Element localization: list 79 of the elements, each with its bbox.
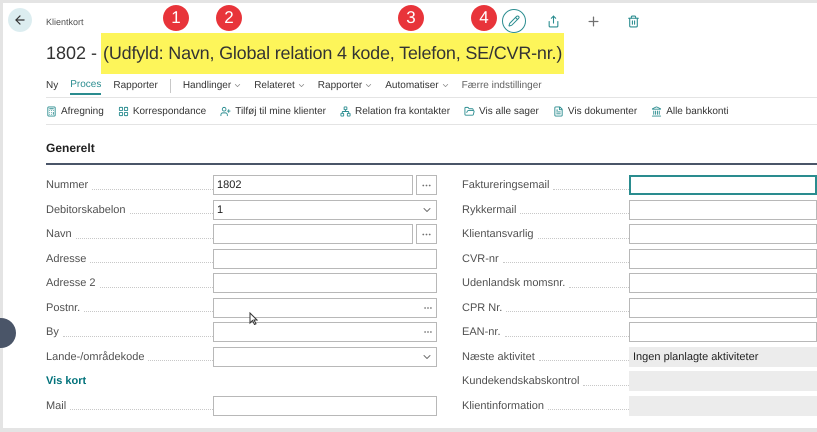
toolbar-action[interactable]: Alle bankkonti xyxy=(651,104,728,118)
input-field[interactable] xyxy=(629,175,817,196)
plus-icon xyxy=(586,14,602,28)
toolbar-action[interactable]: Vis dokumenter xyxy=(552,104,638,118)
field-label: Navn xyxy=(46,227,72,242)
input-field[interactable] xyxy=(213,273,437,294)
field-label: Rykkermail xyxy=(462,202,516,218)
calculator-icon xyxy=(46,106,57,116)
input-field[interactable] xyxy=(629,248,817,269)
input-field[interactable] xyxy=(213,298,437,318)
field-label: Udenlandsk momsnr. xyxy=(462,276,566,291)
field-label: CPR Nr. xyxy=(462,300,502,316)
field-label: EAN-nr. xyxy=(462,325,501,340)
menu-tab[interactable]: Ny xyxy=(46,76,58,94)
share-icon xyxy=(547,14,560,28)
record-number: 1802 - xyxy=(46,42,98,64)
field-label: Postnr. xyxy=(46,300,80,316)
readonly-field: Ingen planlagte aktiviteter xyxy=(629,346,817,367)
highlighted-note: (Udfyld: Navn, Global relation 4 kode, Telefon, SE/CVR-nr.) xyxy=(101,32,564,74)
back-button[interactable] xyxy=(8,8,32,32)
field-label: Faktureringsemail xyxy=(462,178,550,193)
input-field[interactable] xyxy=(213,396,437,416)
input-field[interactable] xyxy=(629,322,817,342)
document-icon xyxy=(552,106,564,116)
menu-dropdown[interactable]: Automatiser xyxy=(385,76,450,94)
user-plus-icon xyxy=(220,106,232,116)
field-label: Klientinformation xyxy=(462,398,544,414)
field-label: CVR-nr xyxy=(462,252,499,266)
toolbar-action[interactable]: Korrespondance xyxy=(118,104,206,118)
pencil-icon xyxy=(508,15,520,27)
bank-icon xyxy=(651,106,662,116)
number-badge: 4 xyxy=(471,5,497,31)
input-field[interactable] xyxy=(213,248,437,269)
number-badge: 2 xyxy=(216,5,242,31)
menu-dropdown[interactable]: Rapporter xyxy=(318,76,374,94)
input-field[interactable] xyxy=(629,298,817,318)
section-title: Generelt xyxy=(46,141,95,155)
toolbar-action[interactable]: Afregning xyxy=(46,104,104,118)
number-badge: 3 xyxy=(398,5,424,31)
mouse-cursor-icon xyxy=(249,312,258,325)
input-field[interactable] xyxy=(213,224,413,244)
field-label: Mail xyxy=(46,398,66,414)
toolbar-action[interactable]: Vis alle sager xyxy=(464,104,539,118)
lookup-button[interactable] xyxy=(416,175,437,196)
field-label: Klientansvarlig xyxy=(462,227,534,242)
dropdown-field[interactable] xyxy=(213,346,437,367)
menu-dropdown[interactable]: Relateret xyxy=(254,76,306,94)
chevron-icon xyxy=(233,81,242,90)
folder-icon xyxy=(464,106,476,116)
field-label: Adresse xyxy=(46,252,86,266)
menu-link[interactable]: Færre indstillinger xyxy=(462,76,542,94)
toolbar-action[interactable]: Relation fra kontakter xyxy=(340,104,450,118)
toolbar-action[interactable]: Tilføj til mine klienter xyxy=(220,104,326,118)
input-field[interactable] xyxy=(629,273,817,294)
input-field[interactable] xyxy=(629,200,817,220)
field-label: Lande-/områdekode xyxy=(46,350,144,364)
trash-icon xyxy=(627,14,640,28)
field-label: Næste aktivitet xyxy=(462,350,535,364)
page-type: Klientkort xyxy=(46,16,84,29)
show-card-link[interactable]: Vis kort xyxy=(46,373,86,390)
input-field[interactable] xyxy=(629,224,817,244)
input-field[interactable]: 1802 xyxy=(213,175,413,196)
field-label: Kundekendskabskontrol xyxy=(462,374,580,389)
field-label: Adresse 2 xyxy=(46,276,96,291)
grid-icon xyxy=(118,106,129,116)
network-icon xyxy=(340,106,351,116)
number-badge: 1 xyxy=(163,5,189,31)
field-label: Nummer xyxy=(46,178,88,193)
chevron-icon xyxy=(296,81,306,90)
menu-tab[interactable]: Proces xyxy=(70,76,102,94)
field-label: Debitorskabelon xyxy=(46,202,126,218)
menu-dropdown[interactable]: Handlinger xyxy=(182,76,242,94)
dropdown-field[interactable]: 1 xyxy=(213,200,437,220)
menu-tab[interactable]: Rapporter xyxy=(113,76,158,94)
input-field[interactable] xyxy=(213,322,437,342)
lookup-button[interactable] xyxy=(416,224,437,244)
field-label: By xyxy=(46,325,59,340)
chevron-icon xyxy=(364,81,374,90)
chevron-icon xyxy=(440,81,450,90)
